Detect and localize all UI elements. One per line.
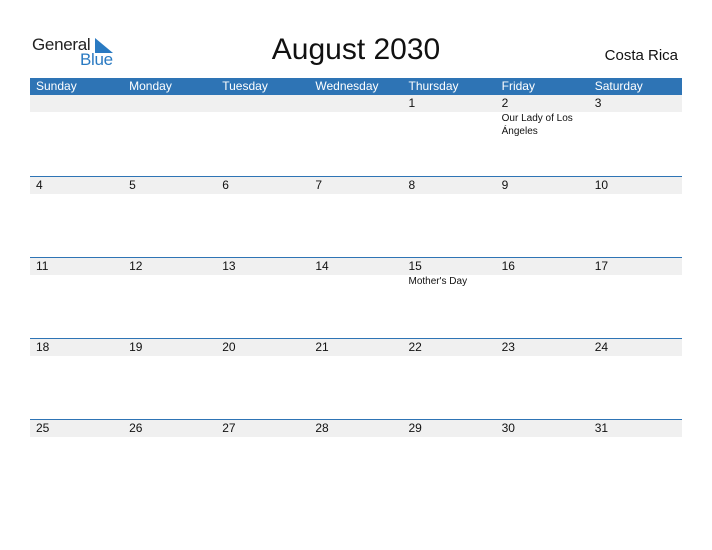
day-number: 14 [315,259,329,273]
day-number: 1 [408,96,416,110]
weekday-header: Sunday Monday Tuesday Wednesday Thursday… [30,78,682,95]
holiday-event [589,275,682,288]
week-row: 1 2 3 Our Lady of Los Ángeles [30,95,682,176]
day-number: 18 [36,340,50,354]
day-number: 27 [222,421,236,435]
holiday-event: Mother's Day [408,276,468,287]
day-number: 17 [594,259,609,273]
day-number: 11 [36,259,49,273]
events-row: Our Lady of Los Ángeles [30,112,682,138]
day-number [216,95,309,112]
day-number: 9 [501,178,509,192]
day-number: 28 [315,421,329,435]
day-number-band: 25 26 27 28 29 30 31 [30,420,682,437]
day-number: 23 [501,340,515,354]
day-number: 19 [129,340,143,354]
weekday-monday: Monday [129,79,172,93]
day-number: 10 [594,178,609,192]
day-number: 6 [222,178,229,192]
weekday-thursday: Thursday [408,79,459,93]
day-number-band: 18 19 20 21 22 23 24 [30,339,682,356]
day-number: 25 [36,421,50,435]
weekday-tuesday: Tuesday [222,79,268,93]
day-number: 20 [222,340,236,354]
day-number: 3 [594,96,602,110]
holiday-event [309,112,402,138]
day-number: 21 [315,340,329,354]
holiday-event [123,112,216,138]
holiday-event [123,275,216,288]
weekday-sunday: Sunday [36,79,77,93]
day-number-band: 4 5 6 7 8 9 10 [30,177,682,194]
holiday-event [403,112,496,138]
day-number: 12 [129,259,143,273]
day-number-band: 1 2 3 [30,95,682,112]
day-number: 26 [129,421,143,435]
week-row: 4 5 6 7 8 9 10 [30,176,682,258]
day-number: 22 [408,340,422,354]
weekday-wednesday: Wednesday [315,79,379,93]
holiday-event [216,112,309,138]
day-number: 13 [222,259,236,273]
day-number: 2 [501,96,509,110]
week-row: 25 26 27 28 29 30 31 [30,419,682,501]
week-row: 11 12 13 14 15 16 17 Mother's Day [30,257,682,339]
day-number: 7 [315,178,323,192]
holiday-event: Our Lady of Los Ángeles [501,113,573,137]
day-number: 29 [408,421,422,435]
day-number-band: 11 12 13 14 15 16 17 [30,258,682,275]
day-number: 4 [36,178,43,192]
holiday-event [30,112,123,138]
country-label: Costa Rica [604,47,678,64]
weekday-saturday: Saturday [594,79,643,93]
week-row: 18 19 20 21 22 23 24 [30,338,682,420]
holiday-event [496,275,589,288]
day-number: 8 [408,178,416,192]
day-number: 15 [408,259,422,273]
holiday-event [589,112,682,138]
day-number: 30 [501,421,515,435]
events-row: Mother's Day [30,275,682,288]
day-number: 24 [594,340,609,354]
day-number: 5 [129,178,136,192]
day-number: 31 [594,421,609,435]
weekday-friday: Friday [501,79,535,93]
holiday-event [309,275,402,288]
day-number: 16 [501,259,515,273]
day-number [123,95,216,112]
day-number [309,95,402,112]
day-number [30,95,123,112]
holiday-event [30,275,123,288]
holiday-event [216,275,309,288]
